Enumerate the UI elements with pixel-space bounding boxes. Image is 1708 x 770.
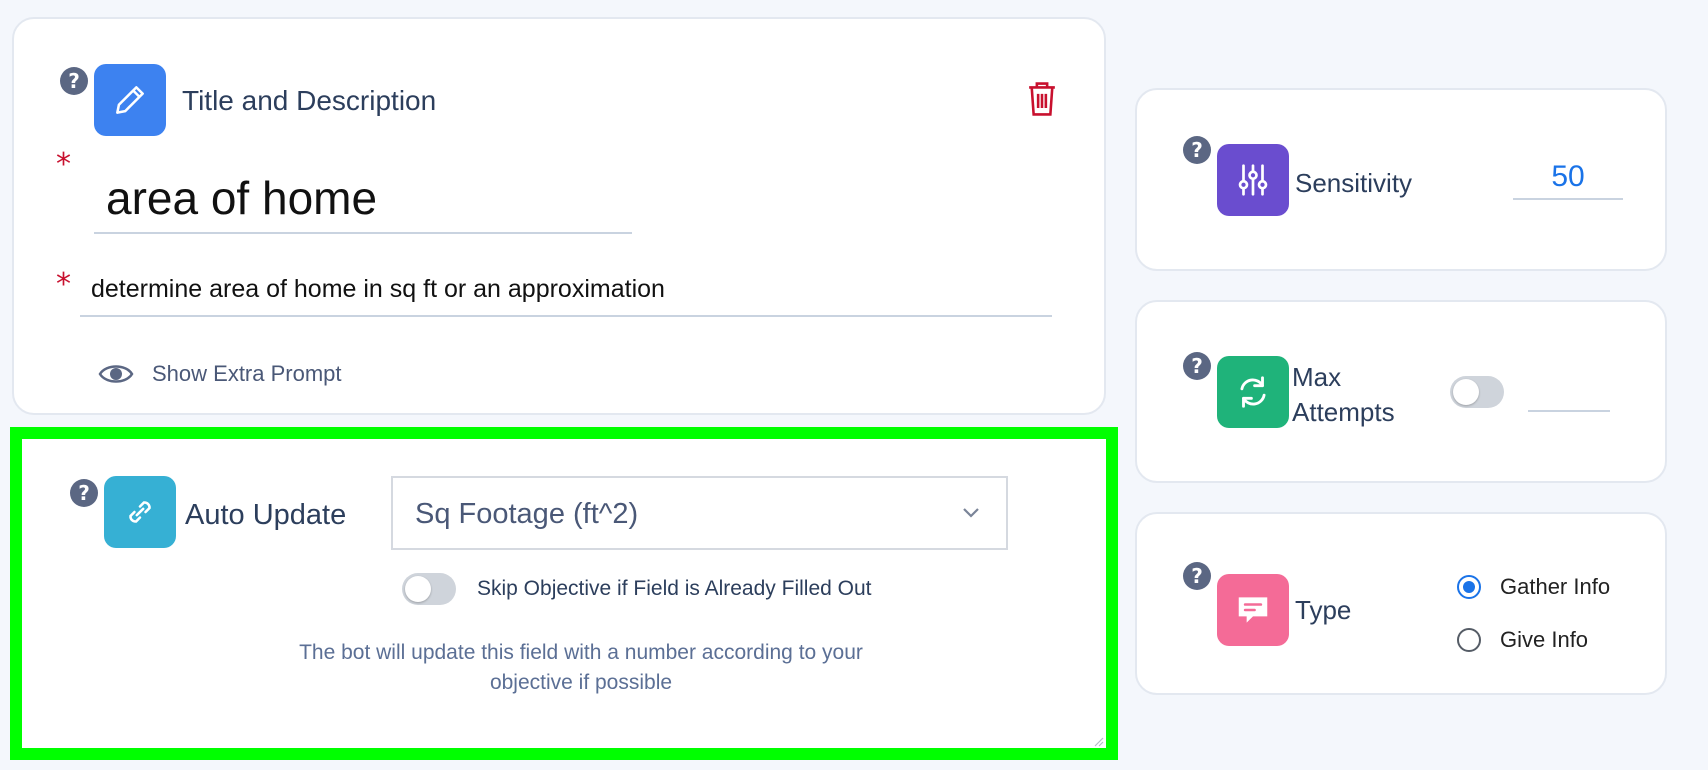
sensitivity-label: Sensitivity [1295, 168, 1413, 198]
title-description-card: ? Title and Description * area of home *… [12, 17, 1106, 415]
pencil-icon [94, 64, 166, 136]
skip-objective-toggle[interactable] [402, 573, 456, 605]
description-input[interactable]: determine area of home in sq ft or an ap… [91, 275, 665, 304]
help-icon[interactable]: ? [60, 67, 88, 95]
title-card-heading: Title and Description [182, 85, 437, 116]
max-attempts-label-line-2: Attempts [1292, 397, 1395, 427]
max-attempts-card: ? Max Attempts [1135, 300, 1667, 483]
type-option-label: Give Info [1500, 627, 1589, 652]
field-select-value: Sq Footage (ft^2) [415, 498, 639, 530]
title-input[interactable]: area of home [106, 171, 377, 225]
type-option-label: Gather Info [1500, 574, 1611, 599]
help-icon[interactable]: ? [1183, 352, 1211, 380]
info-text-line-1: The bot will update this field with a nu… [299, 641, 863, 664]
type-label: Type [1295, 595, 1352, 625]
show-extra-prompt-label: Show Extra Prompt [152, 361, 342, 386]
max-attempts-input[interactable] [1528, 376, 1610, 406]
sensitivity-input[interactable]: 50 [1513, 160, 1623, 194]
info-text-line-2: objective if possible [489, 671, 673, 694]
description-input-underline [80, 315, 1052, 317]
chevron-down-icon [962, 506, 980, 518]
auto-update-heading: Auto Update [185, 499, 347, 531]
help-icon[interactable]: ? [1183, 136, 1211, 164]
radio-button[interactable] [1457, 628, 1481, 652]
radio-button-selected[interactable] [1457, 575, 1481, 599]
auto-update-info-text: The bot will update this field with a nu… [222, 638, 940, 698]
title-input-underline [94, 232, 632, 234]
sensitivity-card: ? Sensitivity 50 [1135, 88, 1667, 271]
link-icon [104, 476, 176, 548]
auto-update-card: ? Auto Update Sq Footage (ft^2) Skip Obj… [10, 427, 1118, 760]
required-marker: * [56, 267, 71, 302]
eye-icon [98, 362, 134, 386]
chat-message-icon [1217, 574, 1289, 646]
type-option-give-info[interactable]: Give Info [1457, 625, 1588, 655]
type-card: ? Type Gather Info Give Info [1135, 512, 1667, 695]
skip-objective-label: Skip Objective if Field is Already Fille… [477, 577, 872, 600]
show-extra-prompt-button[interactable]: Show Extra Prompt [98, 357, 342, 391]
help-icon[interactable]: ? [70, 479, 98, 507]
type-option-gather-info[interactable]: Gather Info [1457, 572, 1610, 602]
max-attempts-toggle[interactable] [1450, 376, 1504, 408]
help-icon[interactable]: ? [1183, 562, 1211, 590]
sliders-icon [1217, 144, 1289, 216]
resize-handle[interactable] [1092, 734, 1104, 747]
required-marker: * [56, 147, 71, 182]
field-select[interactable]: Sq Footage (ft^2) [391, 476, 1008, 550]
max-attempts-label-line-1: Max [1292, 362, 1342, 392]
max-attempts-input-underline [1528, 410, 1610, 412]
sensitivity-input-underline [1513, 198, 1623, 200]
max-attempts-label: Max Attempts [1292, 360, 1395, 430]
delete-trash-icon[interactable] [1026, 81, 1058, 117]
refresh-icon [1217, 356, 1289, 428]
